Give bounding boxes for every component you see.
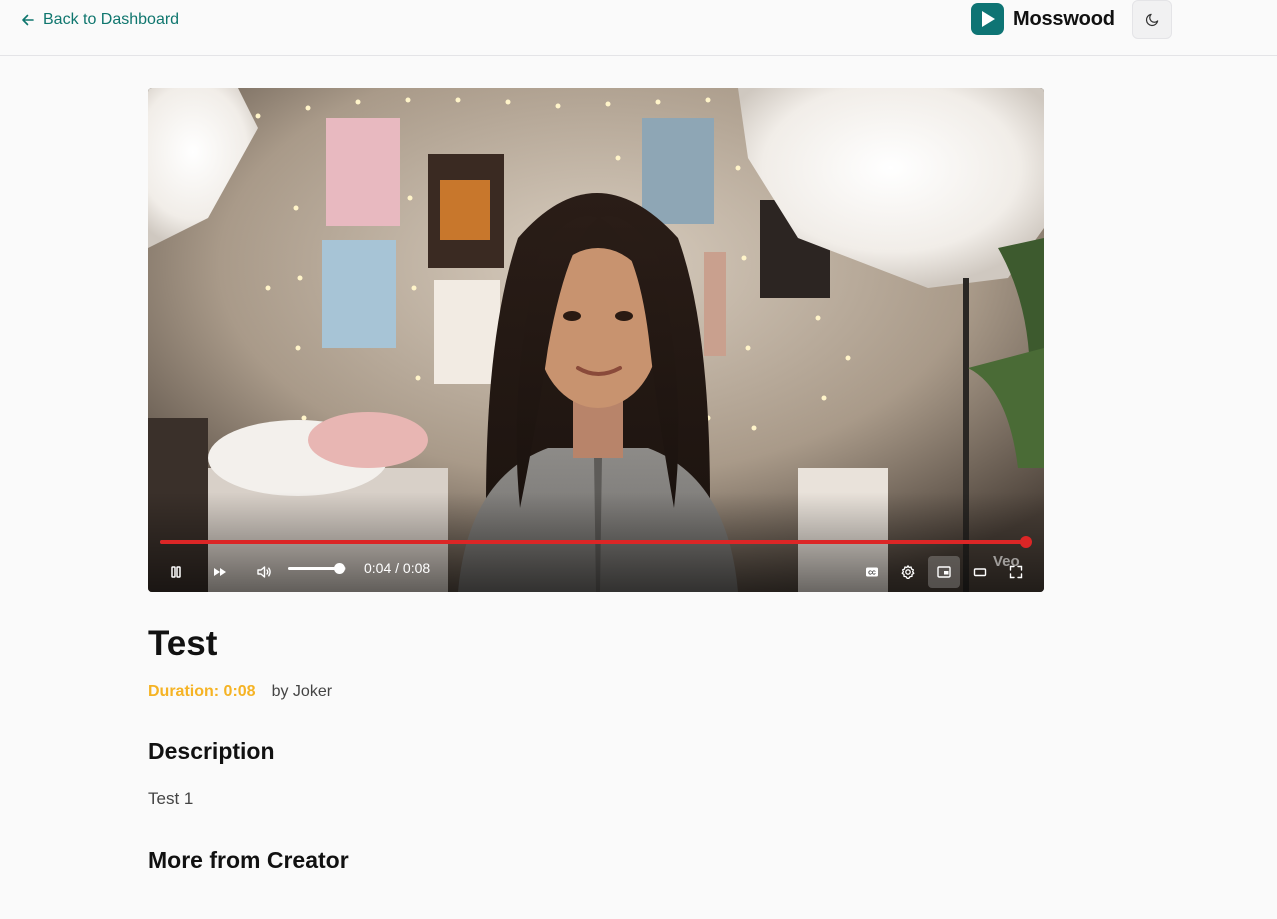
video-player[interactable]: 0:04 / 0:08 Veo CC [148, 88, 1044, 592]
description-text: Test 1 [148, 789, 194, 808]
description-heading: Description [148, 738, 275, 764]
pause-button[interactable] [160, 556, 192, 588]
arrow-left-icon [22, 14, 34, 26]
video-title: Test [148, 624, 218, 663]
play-logo-icon [971, 3, 1004, 35]
brand: Mosswood [971, 3, 1115, 35]
settings-icon [901, 565, 915, 579]
more-from-creator-heading: More from Creator [148, 847, 349, 873]
theater-mode-button[interactable] [964, 556, 996, 588]
fullscreen-button[interactable] [1000, 556, 1032, 588]
fullscreen-icon [1009, 565, 1023, 579]
captions-icon: CC [866, 567, 878, 577]
author-label: by Joker [271, 683, 333, 700]
fast-forward-button[interactable] [204, 556, 236, 588]
settings-button[interactable] [892, 556, 924, 588]
theater-mode-icon [973, 568, 987, 577]
captions-button[interactable]: CC [856, 556, 888, 588]
back-to-dashboard-link[interactable]: Back to Dashboard [21, 9, 179, 31]
moon-icon [1145, 13, 1158, 27]
top-bar: Back to Dashboard Mosswood [0, 0, 1277, 56]
progress-fill [160, 540, 1026, 544]
video-meta: Duration: 0:08 by Joker [148, 683, 332, 701]
progress-thumb[interactable] [1020, 536, 1032, 548]
volume-slider[interactable] [288, 563, 346, 574]
theme-toggle-button[interactable] [1132, 0, 1172, 39]
svg-text:CC: CC [868, 571, 876, 577]
volume-button[interactable] [248, 556, 280, 588]
progress-bar[interactable] [160, 536, 1032, 548]
volume-fill [288, 567, 341, 570]
volume-icon [257, 566, 271, 578]
duration-label: Duration: 0:08 [148, 683, 256, 700]
picture-in-picture-icon [937, 566, 951, 578]
back-link-label: Back to Dashboard [43, 11, 180, 28]
fast-forward-icon [214, 568, 226, 576]
pause-icon [171, 566, 181, 578]
time-display: 0:04 / 0:08 [364, 560, 431, 576]
brand-name: Mosswood [1013, 7, 1115, 30]
video-frame [148, 88, 1044, 592]
picture-in-picture-button[interactable] [928, 556, 960, 588]
